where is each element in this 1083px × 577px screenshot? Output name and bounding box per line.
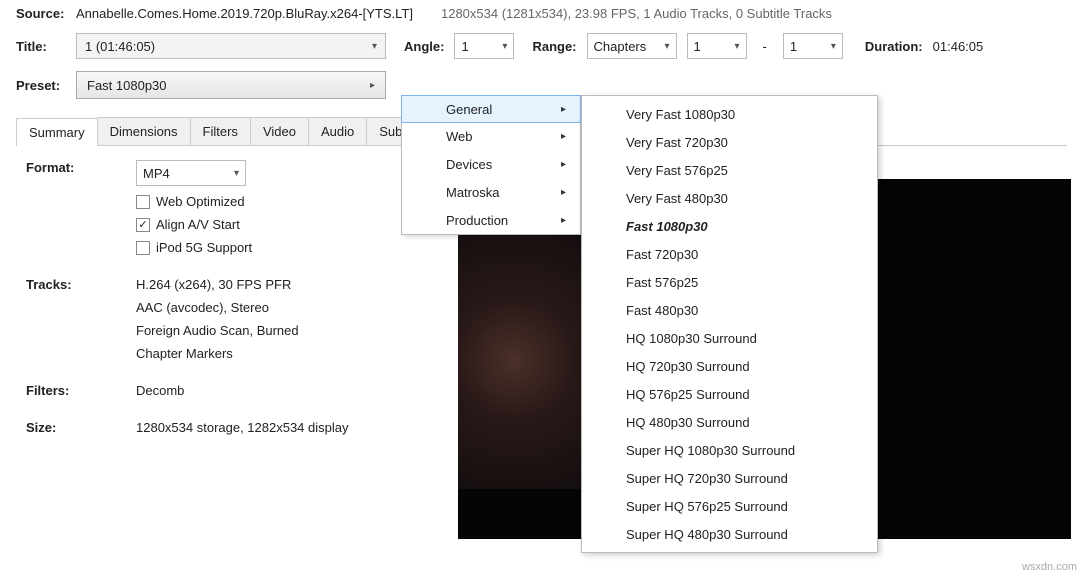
range-label: Range:: [532, 39, 576, 54]
title-label: Title:: [16, 39, 66, 54]
preset-item[interactable]: Very Fast 720p30: [582, 128, 877, 156]
preset-label: Preset:: [16, 78, 66, 93]
chevron-down-icon: ▾: [234, 168, 239, 179]
checkbox-icon: [136, 241, 150, 255]
preset-item[interactable]: HQ 1080p30 Surround: [582, 324, 877, 352]
preset-item-current[interactable]: Fast 1080p30: [582, 212, 877, 240]
preset-button[interactable]: Fast 1080p30 ▸: [76, 71, 386, 99]
duration-value: 01:46:05: [933, 39, 984, 54]
menu-item-label: General: [446, 102, 492, 117]
title-select[interactable]: 1 (01:46:05) ▾: [76, 33, 386, 59]
preset-item[interactable]: Fast 720p30: [582, 240, 877, 268]
menu-item-label: Devices: [446, 157, 492, 172]
chevron-down-icon: ▾: [664, 41, 669, 52]
arrow-right-icon: ▸: [561, 131, 566, 142]
angle-label: Angle:: [404, 39, 444, 54]
track-line: Foreign Audio Scan, Burned: [136, 323, 466, 338]
tracks-label: Tracks:: [26, 277, 136, 369]
size-value: 1280x534 storage, 1282x534 display: [136, 420, 466, 435]
preset-category-general[interactable]: General ▸: [401, 95, 581, 123]
arrow-right-icon: ▸: [561, 187, 566, 198]
range-mode-select[interactable]: Chapters ▾: [587, 33, 677, 59]
format-label: Format:: [26, 160, 136, 263]
align-av-label: Align A/V Start: [156, 217, 240, 232]
source-name: Annabelle.Comes.Home.2019.720p.BluRay.x2…: [76, 6, 413, 21]
preset-category-matroska[interactable]: Matroska ▸: [402, 178, 580, 206]
preset-item[interactable]: Super HQ 720p30 Surround: [582, 464, 877, 492]
track-line: AAC (avcodec), Stereo: [136, 300, 466, 315]
checkbox-icon: [136, 195, 150, 209]
duration-label: Duration:: [865, 39, 923, 54]
angle-value: 1: [461, 39, 468, 54]
tab-summary[interactable]: Summary: [16, 118, 98, 146]
preset-category-devices[interactable]: Devices ▸: [402, 150, 580, 178]
menu-item-label: Matroska: [446, 185, 499, 200]
preset-item[interactable]: Super HQ 1080p30 Surround: [582, 436, 877, 464]
track-line: Chapter Markers: [136, 346, 466, 361]
chevron-down-icon: ▾: [502, 41, 507, 52]
chevron-down-icon: ▾: [831, 41, 836, 52]
tab-video[interactable]: Video: [250, 117, 309, 145]
preset-value: Fast 1080p30: [87, 78, 167, 93]
arrow-right-icon: ▸: [561, 104, 566, 115]
filters-label: Filters:: [26, 383, 136, 406]
preset-item[interactable]: Fast 576p25: [582, 268, 877, 296]
chevron-down-icon: ▾: [734, 41, 739, 52]
checkbox-checked-icon: ✓: [136, 218, 150, 232]
preset-category-menu: General ▸ Web ▸ Devices ▸ Matroska ▸ Pro…: [401, 95, 581, 235]
track-line: H.264 (x264), 30 FPS PFR: [136, 277, 466, 292]
source-info: 1280x534 (1281x534), 23.98 FPS, 1 Audio …: [441, 6, 832, 21]
source-label: Source:: [16, 6, 66, 21]
arrow-right-icon: ▸: [370, 80, 375, 91]
menu-item-label: Web: [446, 129, 473, 144]
format-select[interactable]: MP4 ▾: [136, 160, 246, 186]
preset-submenu: Very Fast 1080p30 Very Fast 720p30 Very …: [581, 95, 878, 553]
preset-item[interactable]: HQ 720p30 Surround: [582, 352, 877, 380]
ipod-label: iPod 5G Support: [156, 240, 252, 255]
menu-item-label: Production: [446, 213, 508, 228]
preset-item[interactable]: Very Fast 480p30: [582, 184, 877, 212]
preset-item[interactable]: Very Fast 1080p30: [582, 100, 877, 128]
range-separator: -: [763, 39, 767, 54]
range-to-select[interactable]: 1 ▾: [783, 33, 843, 59]
tab-audio[interactable]: Audio: [308, 117, 367, 145]
web-optimized-label: Web Optimized: [156, 194, 245, 209]
preset-category-web[interactable]: Web ▸: [402, 122, 580, 150]
chevron-down-icon: ▾: [372, 41, 377, 52]
size-label: Size:: [26, 420, 136, 443]
watermark: wsxdn.com: [1022, 561, 1077, 573]
preset-item[interactable]: HQ 480p30 Surround: [582, 408, 877, 436]
title-value: 1 (01:46:05): [85, 39, 155, 54]
tab-dimensions[interactable]: Dimensions: [97, 117, 191, 145]
preset-item[interactable]: Very Fast 576p25: [582, 156, 877, 184]
preview-frame: [458, 231, 598, 489]
format-value: MP4: [143, 166, 170, 181]
angle-select[interactable]: 1 ▾: [454, 33, 514, 59]
preset-category-production[interactable]: Production ▸: [402, 206, 580, 234]
filters-value: Decomb: [136, 383, 466, 398]
preset-item[interactable]: Fast 480p30: [582, 296, 877, 324]
preset-item[interactable]: Super HQ 576p25 Surround: [582, 492, 877, 520]
ipod-checkbox[interactable]: iPod 5G Support: [136, 240, 466, 255]
range-from-select[interactable]: 1 ▾: [687, 33, 747, 59]
range-to: 1: [790, 39, 797, 54]
preset-item[interactable]: Super HQ 480p30 Surround: [582, 520, 877, 548]
preset-item[interactable]: HQ 576p25 Surround: [582, 380, 877, 408]
range-from: 1: [694, 39, 701, 54]
tab-filters[interactable]: Filters: [190, 117, 251, 145]
arrow-right-icon: ▸: [561, 159, 566, 170]
range-mode: Chapters: [594, 39, 647, 54]
arrow-right-icon: ▸: [561, 215, 566, 226]
